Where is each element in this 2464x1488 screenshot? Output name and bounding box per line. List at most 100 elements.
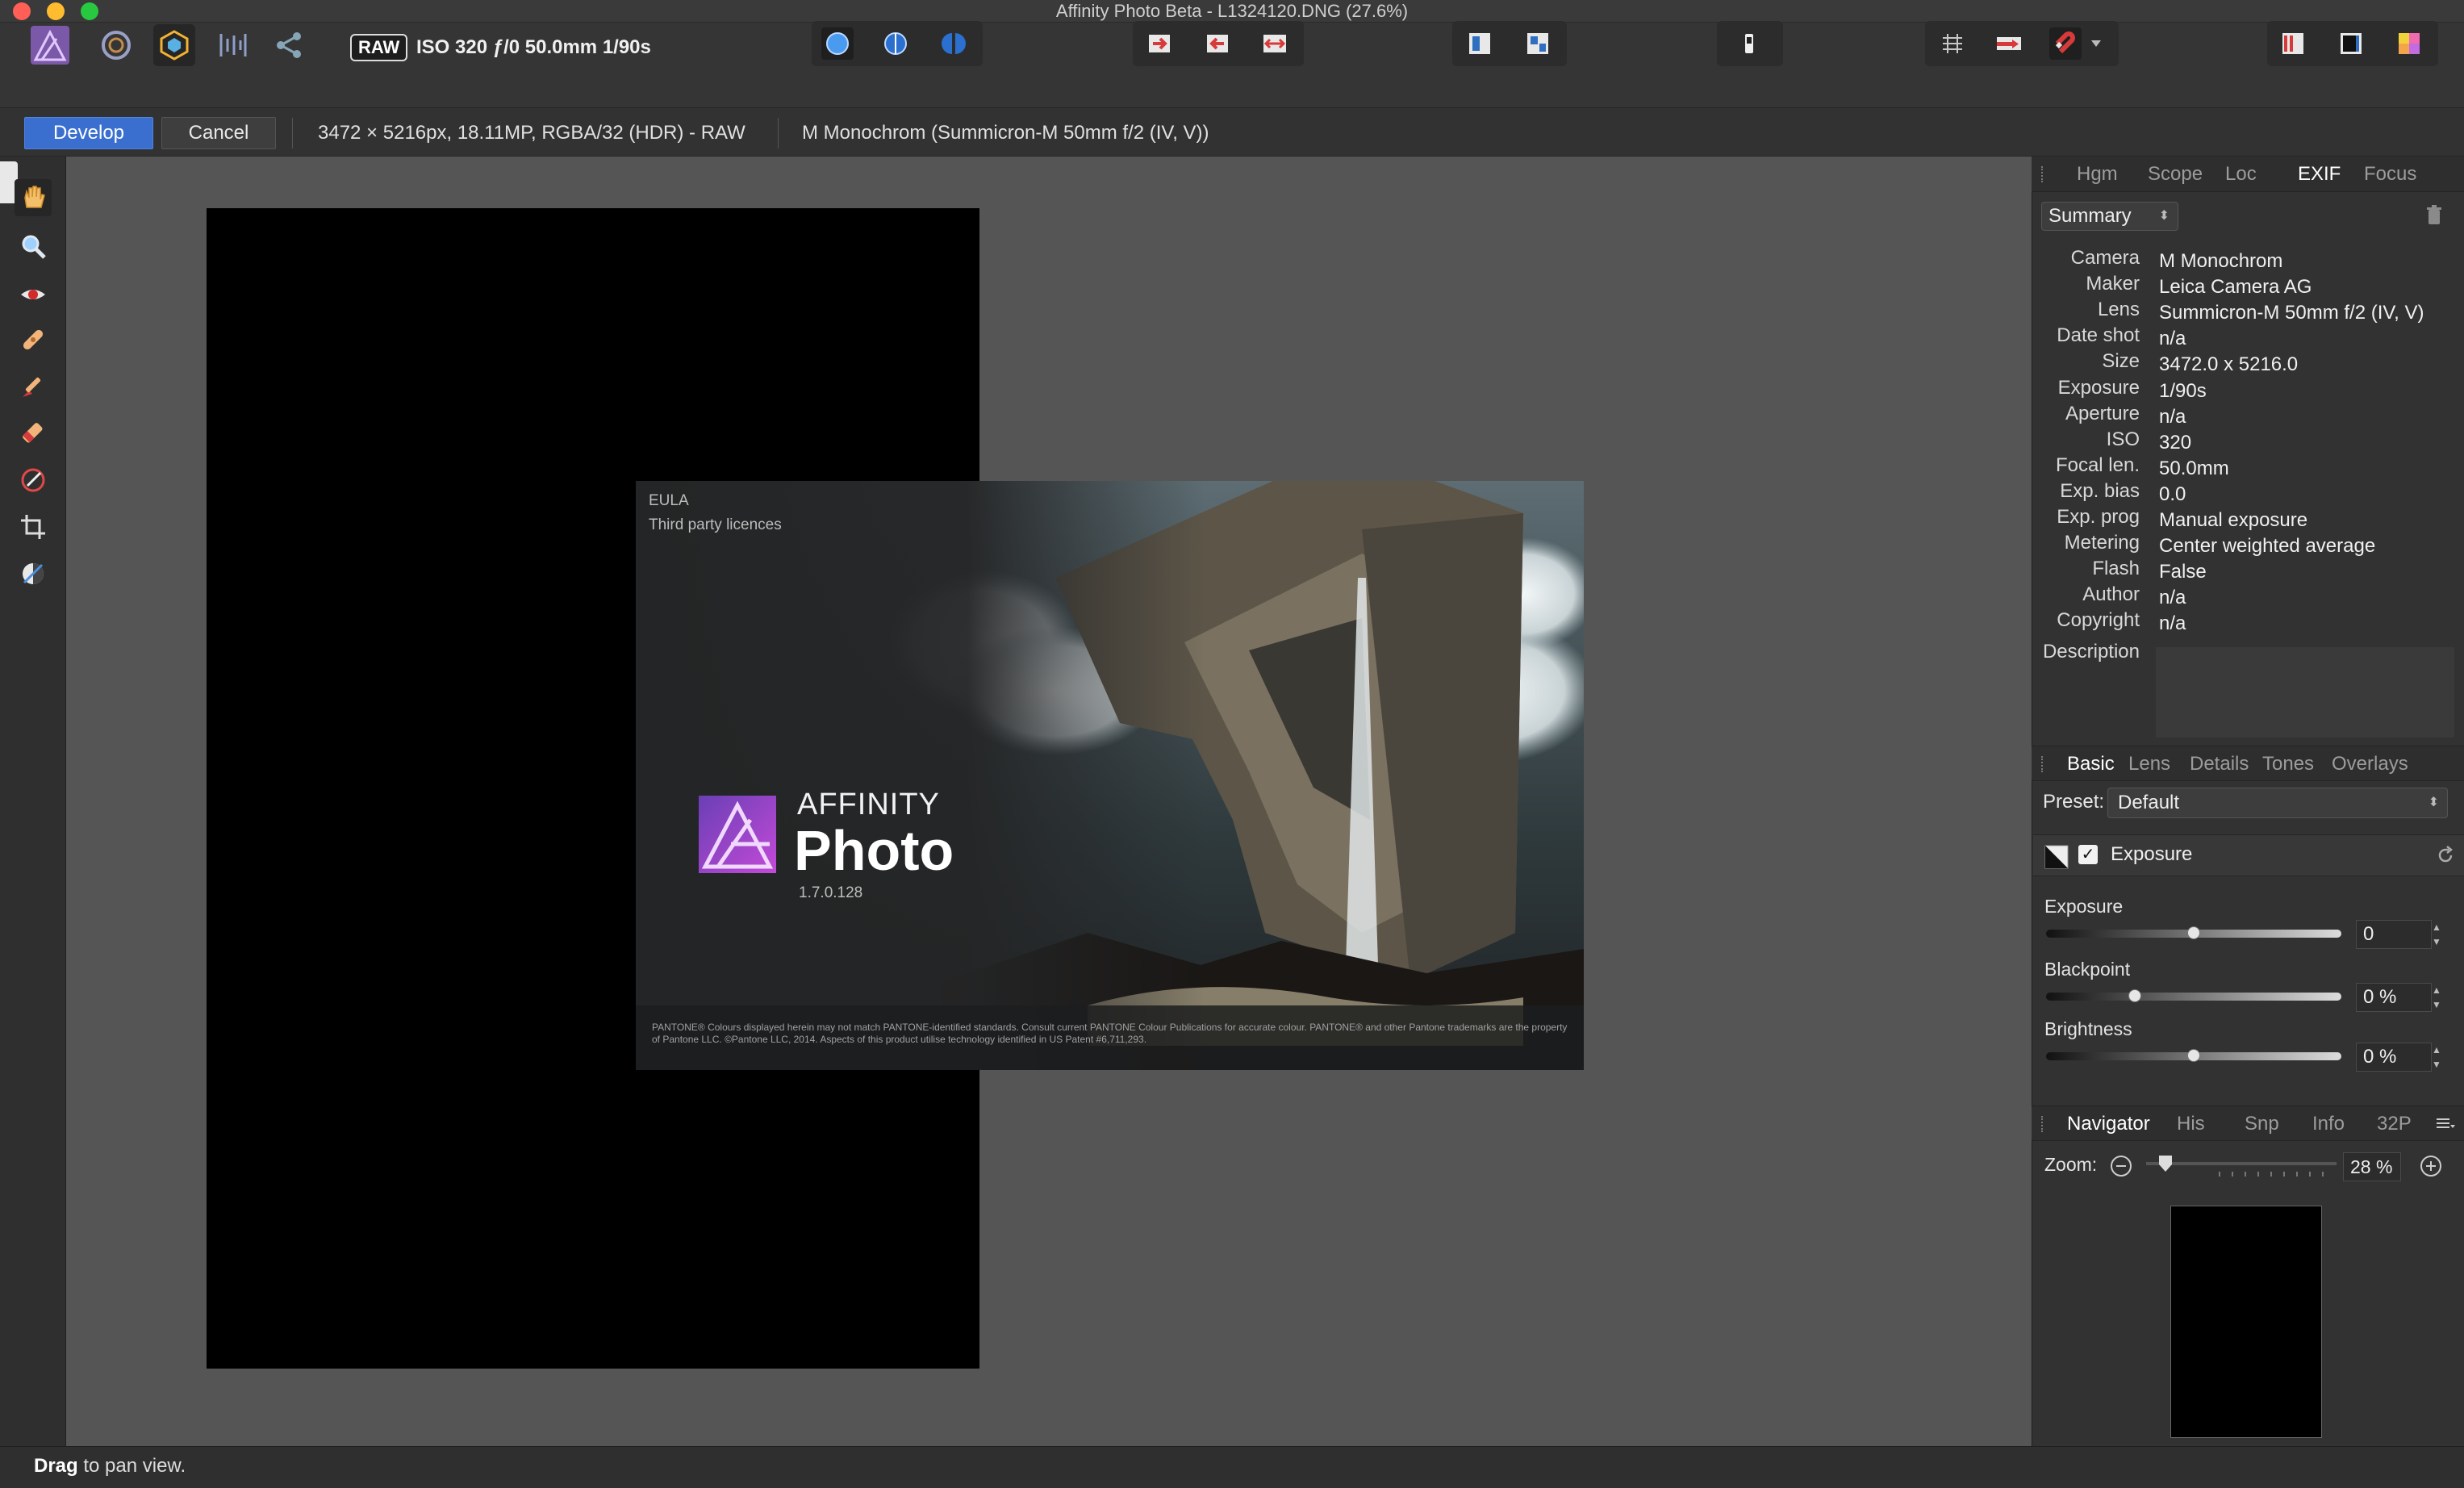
exposure-enable-checkbox[interactable]: ✓: [2078, 845, 2098, 864]
status-hint-action: Drag: [34, 1455, 78, 1477]
tab-basic[interactable]: Basic: [2067, 746, 2115, 782]
exif-value: 50.0mm: [2159, 458, 2229, 479]
exif-value: 320: [2159, 432, 2192, 454]
select-stepper-icon: ⬍: [2158, 209, 2170, 223]
white-balance-tool-icon[interactable]: [15, 555, 52, 592]
legal-notice: PANTONE® Colours displayed herein may no…: [652, 1022, 1568, 1045]
zoom-in-icon[interactable]: [2419, 1154, 2443, 1178]
exposure-value-field[interactable]: 0: [2356, 920, 2432, 949]
blackpoint-stepper[interactable]: ▲ ▼: [2430, 983, 2443, 1012]
rotate-group: [1133, 21, 1304, 66]
zoom-value-field[interactable]: 28 %: [2343, 1152, 2401, 1181]
zoom-tick: [2322, 1172, 2324, 1177]
develop-persona-icon[interactable]: [153, 24, 195, 66]
exif-value: False: [2159, 561, 2207, 583]
tab-focus[interactable]: Focus: [2364, 157, 2416, 192]
exposure-section-header[interactable]: ✓ Exposure: [2033, 834, 2464, 876]
photo-persona-icon[interactable]: [29, 24, 71, 66]
tab-histogram[interactable]: Hgm: [2077, 157, 2118, 192]
brightness-slider[interactable]: [2046, 1049, 2341, 1062]
zoom-tick: [2245, 1172, 2246, 1177]
tab-snapshots[interactable]: Snp: [2245, 1106, 2279, 1142]
tone-mapping-persona-icon[interactable]: [211, 24, 253, 66]
clipped-shadows-icon[interactable]: [2335, 27, 2367, 60]
clipping-warning-icon[interactable]: [1733, 27, 1765, 60]
zoom-tick: [2309, 1172, 2311, 1177]
exif-value: 0.0: [2159, 483, 2186, 505]
exif-key: Maker: [2086, 273, 2140, 295]
tab-details[interactable]: Details: [2190, 746, 2249, 782]
single-view-icon[interactable]: [821, 27, 854, 60]
clipped-highlights-icon[interactable]: [2277, 27, 2309, 60]
panel-menu-icon[interactable]: [2435, 1114, 2456, 1134]
panel-grip-icon[interactable]: [2041, 756, 2049, 772]
rotate-right-icon[interactable]: [1144, 27, 1176, 60]
tab-location[interactable]: Loc: [2225, 157, 2257, 192]
status-bar: Drag to pan view.: [0, 1446, 2464, 1488]
exposure-slider-knob[interactable]: [2187, 926, 2200, 939]
tab-history[interactable]: His: [2177, 1106, 2205, 1142]
show-overlay-icon[interactable]: [1993, 27, 2025, 60]
zoom-tick: [2257, 1172, 2259, 1177]
blackpoint-slider-knob[interactable]: [2128, 989, 2141, 1002]
description-label: Description: [2042, 641, 2140, 662]
rotate-left-icon[interactable]: [1201, 27, 1233, 60]
develop-button[interactable]: Develop: [24, 117, 153, 149]
tab-tones[interactable]: Tones: [2262, 746, 2314, 782]
overlay-gradient-tool-icon[interactable]: [15, 462, 52, 499]
exif-key: Date shot: [2057, 324, 2140, 346]
brightness-value-field[interactable]: 0 %: [2356, 1043, 2432, 1072]
zoom-tool-icon[interactable]: [15, 228, 52, 265]
panel-grip-icon[interactable]: [2041, 1116, 2049, 1132]
zoom-slider[interactable]: [2146, 1162, 2337, 1165]
lens-info: M Monochrom (Summicron-M 50mm f/2 (IV, V…: [802, 122, 1209, 144]
brightness-stepper[interactable]: ▲ ▼: [2430, 1043, 2443, 1072]
description-field[interactable]: [2156, 647, 2454, 738]
studio-tabs-navigator: Navigator His Snp Info 32P: [2032, 1106, 2464, 1141]
tab-exif[interactable]: EXIF: [2298, 157, 2341, 192]
exposure-slider[interactable]: [2046, 926, 2341, 939]
red-eye-tool-icon[interactable]: [15, 276, 52, 313]
tab-navigator[interactable]: Navigator: [2067, 1106, 2150, 1142]
crop-tool-icon[interactable]: [15, 508, 52, 545]
overlay-erase-tool-icon[interactable]: [15, 415, 52, 452]
preset-select[interactable]: Default ⬍: [2107, 788, 2448, 818]
cancel-button[interactable]: Cancel: [161, 117, 276, 149]
exif-view-select[interactable]: Summary ⬍: [2041, 202, 2178, 231]
exposure-stepper[interactable]: ▲ ▼: [2430, 920, 2443, 949]
grid-icon[interactable]: [1936, 27, 1969, 60]
blackpoint-slider[interactable]: [2046, 989, 2341, 1002]
brightness-slider-knob[interactable]: [2187, 1049, 2200, 1062]
tab-info[interactable]: Info: [2312, 1106, 2345, 1142]
show-basic-panel-icon[interactable]: [1464, 27, 1496, 60]
overlay-dropdown-arrow-icon[interactable]: [2085, 27, 2107, 60]
liquify-persona-icon[interactable]: [95, 24, 137, 66]
panel-grip-icon[interactable]: [2041, 166, 2049, 182]
zoom-out-icon[interactable]: [2109, 1154, 2133, 1178]
navigator-preview[interactable]: [2170, 1206, 2322, 1438]
assistant-group: [2267, 21, 2438, 66]
eula-link[interactable]: EULA: [649, 492, 689, 510]
tab-scope[interactable]: Scope: [2148, 157, 2203, 192]
overlay-paint-tool-icon[interactable]: [15, 368, 52, 405]
view-tool-icon[interactable]: [15, 179, 52, 216]
mirror-view-icon[interactable]: [938, 27, 970, 60]
tab-lens[interactable]: Lens: [2128, 746, 2170, 782]
blemish-removal-tool-icon[interactable]: [15, 321, 52, 358]
tab-overlays[interactable]: Overlays: [2332, 746, 2408, 782]
show-panels-icon[interactable]: [1522, 27, 1554, 60]
window-title: Affinity Photo Beta - L1324120.DNG (27.6…: [1055, 1, 1409, 21]
magnet-icon[interactable]: [2049, 27, 2082, 60]
splash-screen[interactable]: EULA Third party licences AFFINITY Photo…: [636, 481, 1584, 1070]
exif-value: 1/90s: [2159, 380, 2207, 402]
flip-horizontal-icon[interactable]: [1259, 27, 1291, 60]
export-persona-icon[interactable]: [268, 24, 310, 66]
third-party-licences-link[interactable]: Third party licences: [649, 516, 782, 534]
reset-icon[interactable]: [2435, 845, 2456, 866]
trash-icon[interactable]: [2422, 203, 2446, 228]
tab-32p[interactable]: 32P: [2377, 1106, 2412, 1142]
split-view-icon[interactable]: [879, 27, 912, 60]
version-number: 1.7.0.128: [799, 884, 863, 901]
blackpoint-value-field[interactable]: 0 %: [2356, 983, 2432, 1012]
clipped-tones-icon[interactable]: [2393, 27, 2425, 60]
